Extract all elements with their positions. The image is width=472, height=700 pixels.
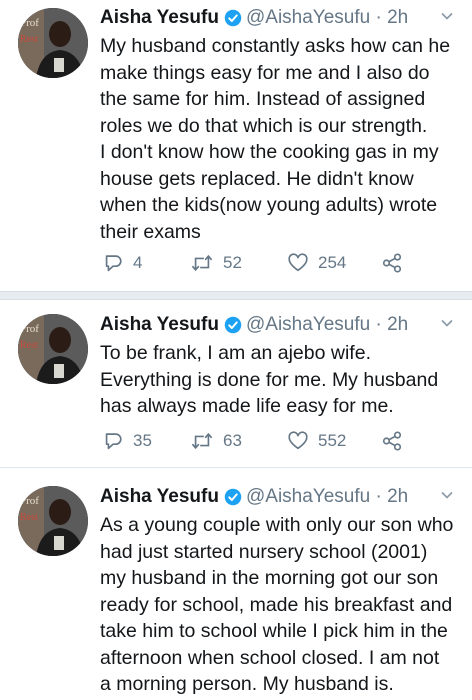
avatar[interactable]: Prof Rest	[18, 486, 88, 556]
svg-text:Rest: Rest	[20, 512, 38, 523]
tweet-text-line: ready for school, made his breakfast and	[100, 593, 453, 616]
dot-separator: ·	[370, 486, 388, 507]
tweet-text-line: has always made life easy for me.	[100, 395, 394, 417]
tweet-text: As a young couple with only our son who …	[100, 512, 460, 698]
svg-text:Rest: Rest	[20, 34, 38, 45]
tweet-3[interactable]: Prof Rest Aisha Yesufu @AishaYesufu · 2h…	[0, 468, 472, 700]
share-button[interactable]	[380, 430, 404, 452]
like-button[interactable]: 552	[287, 430, 346, 452]
reply-count: 4	[133, 253, 143, 272]
tweet-text-line: To be frank, I am an ajebo wife.	[100, 342, 371, 364]
retweet-button[interactable]: 63	[190, 430, 242, 452]
tweet-text-line: I don't know how the cooking gas in my	[100, 141, 439, 163]
tweet-header: Aisha Yesufu @AishaYesufu · 2h	[100, 5, 462, 31]
tweet-feed: Prof Rest Aisha Yesufu @AishaYesufu · 2h…	[0, 0, 472, 700]
tweet-text-line: afternoon when school closed. I am not	[100, 646, 440, 669]
chevron-down-icon[interactable]	[440, 488, 454, 502]
svg-text:Prof: Prof	[20, 495, 39, 507]
share-button[interactable]	[380, 252, 404, 274]
tweet-time[interactable]: 2h	[387, 486, 408, 508]
verified-badge-icon	[224, 316, 242, 334]
reply-icon	[102, 430, 124, 452]
author-handle[interactable]: @AishaYesufu	[246, 486, 370, 508]
tweet-text-line: Everything is done for me. My husband	[100, 368, 439, 391]
verified-badge-icon	[224, 488, 242, 506]
reply-button[interactable]: 35	[102, 430, 152, 452]
author-name[interactable]: Aisha Yesufu	[100, 314, 219, 336]
tweet-text-line: make things easy for me and I also do	[100, 61, 430, 84]
tweet-header: Aisha Yesufu @AishaYesufu · 2h	[100, 312, 462, 338]
reply-icon	[102, 252, 124, 274]
retweet-count: 52	[223, 253, 242, 272]
chevron-down-icon[interactable]	[440, 316, 454, 330]
retweet-icon	[190, 430, 214, 452]
author-handle[interactable]: @AishaYesufu	[246, 7, 370, 29]
avatar[interactable]: Prof Rest	[18, 314, 88, 384]
tweet-text-line: my husband in the morning got our son	[100, 567, 439, 589]
share-icon	[380, 430, 404, 452]
tweet-text-line: take him to school while I pick him in t…	[100, 620, 448, 642]
verified-badge-icon	[224, 9, 242, 27]
author-name[interactable]: Aisha Yesufu	[100, 486, 219, 508]
dot-separator: ·	[370, 314, 388, 335]
tweet-time[interactable]: 2h	[387, 7, 408, 29]
tweet-text-line: their exams	[100, 220, 201, 243]
share-icon	[380, 252, 404, 274]
svg-text:Prof: Prof	[20, 17, 39, 29]
tweet-text-line: My husband constantly asks how can he	[100, 35, 451, 57]
tweet-text: To be frank, I am an ajebo wife. Everyth…	[100, 340, 460, 420]
tweet-1[interactable]: Prof Rest Aisha Yesufu @AishaYesufu · 2h…	[0, 0, 472, 292]
like-count: 254	[318, 253, 347, 272]
tweet-actions: 4 52 254	[102, 252, 462, 276]
reply-count: 35	[133, 431, 152, 450]
author-name[interactable]: Aisha Yesufu	[100, 7, 219, 29]
chevron-down-icon[interactable]	[440, 9, 454, 23]
tweet-text-line: had just started nursery school (2001)	[100, 540, 428, 563]
retweet-button[interactable]: 52	[190, 252, 242, 274]
svg-text:Prof: Prof	[20, 323, 39, 335]
reply-button[interactable]: 4	[102, 252, 142, 274]
tweet-header: Aisha Yesufu @AishaYesufu · 2h	[100, 484, 462, 510]
tweet-time[interactable]: 2h	[387, 314, 408, 336]
tweet-text-line: a morning person. My husband is.	[100, 673, 394, 695]
svg-text:Rest: Rest	[20, 340, 38, 351]
tweet-text-line: house gets replaced. He didn't know	[100, 167, 414, 190]
thread-gap-divider	[0, 291, 472, 300]
tweet-text: My husband constantly asks how can he ma…	[100, 33, 460, 245]
dot-separator: ·	[370, 7, 388, 28]
retweet-icon	[190, 252, 214, 274]
tweet-actions: 35 63 552	[102, 430, 462, 454]
avatar[interactable]: Prof Rest	[18, 8, 88, 78]
like-icon	[287, 252, 309, 274]
like-count: 552	[318, 431, 347, 450]
author-handle[interactable]: @AishaYesufu	[246, 314, 370, 336]
tweet-text-line: when the kids(now young adults) wrote	[100, 194, 438, 216]
tweet-text-line: the same for him. Instead of assigned	[100, 88, 426, 110]
tweet-2[interactable]: Prof Rest Aisha Yesufu @AishaYesufu · 2h…	[0, 300, 472, 466]
like-icon	[287, 430, 309, 452]
tweet-text-line: As a young couple with only our son who	[100, 514, 454, 536]
like-button[interactable]: 254	[287, 252, 346, 274]
retweet-count: 63	[223, 431, 242, 450]
tweet-text-line: roles we do that which is our strength.	[100, 114, 428, 137]
